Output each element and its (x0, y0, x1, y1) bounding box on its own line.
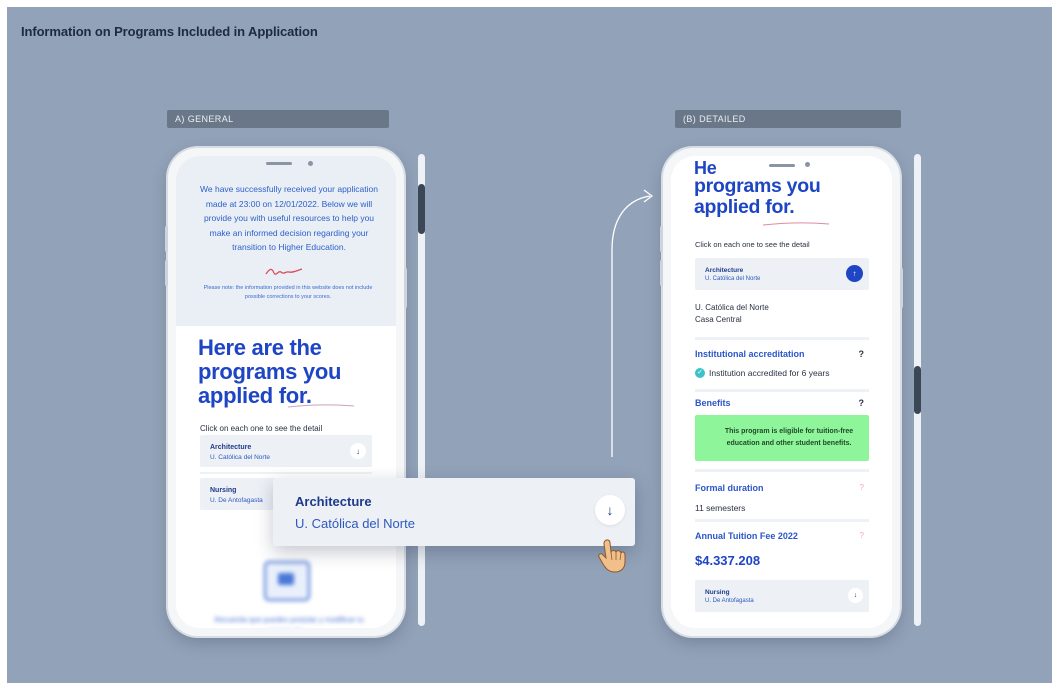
help-icon-faded[interactable]: ? (860, 531, 864, 540)
program-university: U. Católica del Norte (210, 454, 270, 461)
instruction-text: Click on each one to see the detail (695, 240, 810, 249)
confirmation-panel: We have successfully received your appli… (176, 156, 396, 326)
phone-side-button (900, 268, 903, 308)
divider (695, 337, 869, 340)
hand-pointer-icon (598, 539, 626, 573)
program-name: Nursing (705, 589, 730, 596)
camera-dot (308, 161, 313, 166)
programs-heading: programs you applied for. (694, 175, 821, 218)
benefits-box: This program is eligible for tuition-fre… (695, 415, 869, 461)
instruction-text: Click on each one to see the detail (200, 424, 323, 433)
program-university: U. Católica del Norte (705, 276, 761, 282)
program-card-nursing[interactable]: Nursing U. De Antofagasta ↓ (695, 580, 869, 612)
benefits-text: This program is eligible for tuition-fre… (724, 428, 854, 447)
program-university: U. De Antofagasta (705, 598, 754, 604)
blurred-footer-section: Recuerda que puedes postular y modificar… (176, 536, 396, 628)
phone-screen[interactable]: We have successfully received your appli… (176, 156, 396, 628)
programs-heading: Here are the programs you applied for. (198, 335, 342, 408)
divider (695, 469, 869, 472)
heading-underline-icon (762, 222, 830, 226)
program-name: Architecture (705, 267, 744, 274)
phone-screen[interactable]: He programs you applied for. Click on ea… (671, 156, 892, 628)
phone-side-button (404, 268, 407, 308)
page-title: Information on Programs Included in Appl… (21, 24, 318, 39)
speaker-notch (266, 162, 292, 165)
scrollbar-general[interactable] (418, 154, 425, 626)
check-circle-icon: ✓ (695, 368, 705, 378)
camera-dot (805, 162, 810, 167)
divider (200, 472, 372, 474)
phone-detailed: He programs you applied for. Click on ea… (660, 148, 903, 636)
tuition-fee-label: Annual Tuition Fee 2022 (695, 531, 798, 541)
accreditation-value: Institution accredited for 6 years (709, 368, 830, 378)
phone-side-button (660, 260, 663, 286)
confirmation-message: We have successfully received your appli… (200, 184, 378, 252)
collapse-arrow-up-icon[interactable]: ↑ (846, 265, 863, 282)
blurred-text: Recuerda que puedes postular y modificar… (214, 615, 364, 628)
help-icon[interactable]: ? (859, 349, 865, 359)
campus-name: Casa Central (695, 315, 742, 324)
program-card-architecture-open[interactable]: Architecture U. Católica del Norte ↑ (695, 258, 869, 290)
scroll-thumb[interactable] (914, 366, 921, 414)
program-university: U. De Antofagasta (210, 497, 263, 504)
phone-general: We have successfully received your appli… (165, 148, 407, 636)
heading-underline-icon (287, 404, 355, 408)
section-label-detailed: (B) DETAILED (675, 110, 901, 128)
signature-squiggle-icon (265, 268, 303, 275)
phone-side-button (165, 226, 168, 252)
disclaimer-note: Please note: the information provided in… (203, 285, 373, 300)
program-name: Nursing (210, 487, 237, 494)
expand-arrow-down-icon[interactable]: ↓ (595, 495, 625, 525)
popup-program-name: Architecture (295, 494, 372, 509)
tuition-fee-value: $4.337.208 (695, 553, 761, 568)
expand-arrow-down-icon[interactable]: ↓ (350, 443, 366, 459)
campus-university: U. Católica del Norte (695, 303, 769, 312)
scrollbar-detailed[interactable] (914, 154, 921, 626)
divider (695, 519, 869, 522)
popup-program-university: U. Católica del Norte (295, 516, 415, 531)
help-icon[interactable]: ? (859, 398, 865, 408)
scroll-thumb[interactable] (418, 184, 425, 234)
help-icon-faded[interactable]: ? (860, 483, 864, 492)
expand-arrow-down-icon[interactable]: ↓ (848, 588, 863, 603)
duration-value: 11 semesters (695, 503, 746, 513)
accreditation-label: Institutional accreditation (695, 349, 805, 359)
zoomed-program-card[interactable]: Architecture U. Católica del Norte ↓ (273, 478, 635, 546)
calendar-icon (264, 561, 310, 601)
speaker-notch (769, 164, 795, 167)
program-name: Architecture (210, 444, 252, 451)
divider (695, 389, 869, 392)
phone-side-button (660, 226, 663, 252)
benefits-label: Benefits (695, 398, 731, 408)
section-label-general: A) GENERAL (167, 110, 389, 128)
duration-label: Formal duration (695, 483, 764, 493)
phone-side-button (165, 260, 168, 286)
program-card-architecture[interactable]: Architecture U. Católica del Norte ↓ (200, 435, 372, 467)
